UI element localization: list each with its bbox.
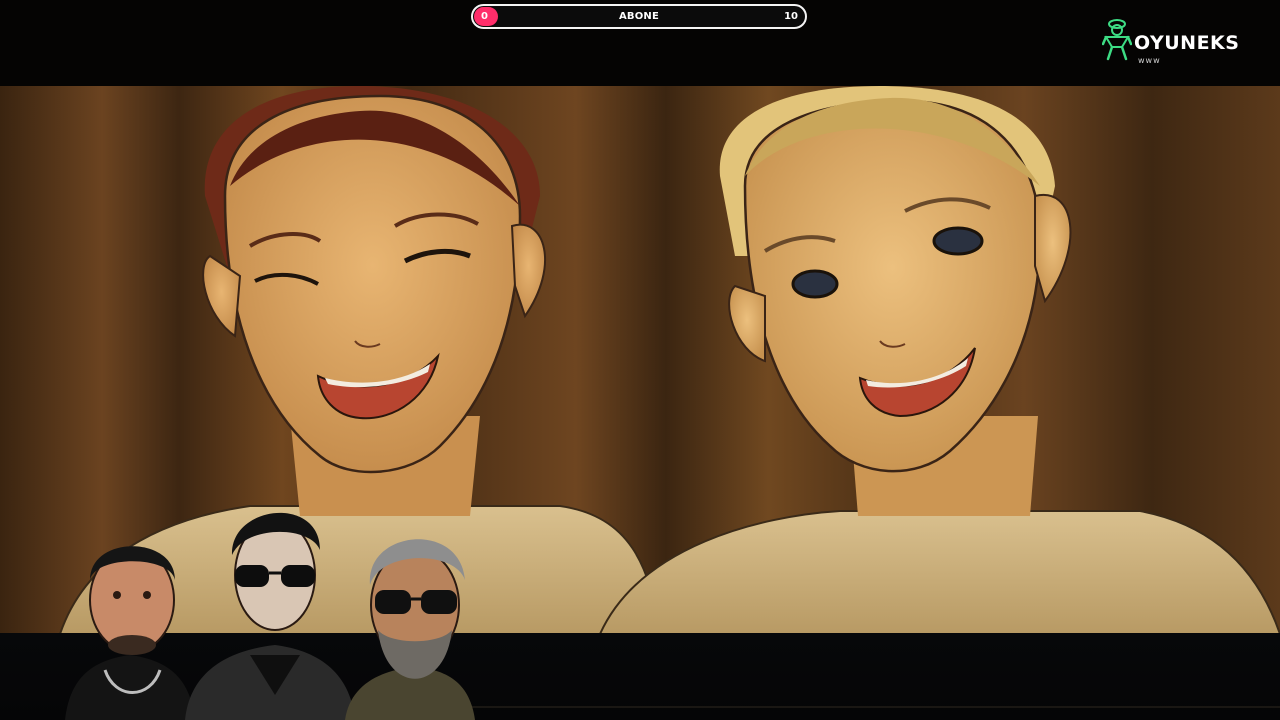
channel-logo: OYUNEKS www: [1102, 17, 1242, 67]
streamer-avatars: [65, 512, 475, 720]
bottom-divider: [470, 706, 1280, 708]
subscriber-goal-target: 10: [784, 11, 798, 22]
mascot-logo-icon: [1102, 19, 1132, 61]
logo-wordmark: OYUNEKS: [1134, 32, 1240, 54]
host-avatar-1: [65, 546, 195, 720]
host-avatar-2: [185, 512, 355, 720]
logo-subtext: www: [1138, 56, 1161, 65]
subscriber-goal-label: ABONE: [618, 11, 660, 22]
stream-frame: 0 ABONE 10 OYUNEKS www: [0, 0, 1280, 720]
subscriber-goal-bar: 0 ABONE 10: [471, 4, 807, 29]
host-avatar-3: [345, 539, 475, 720]
